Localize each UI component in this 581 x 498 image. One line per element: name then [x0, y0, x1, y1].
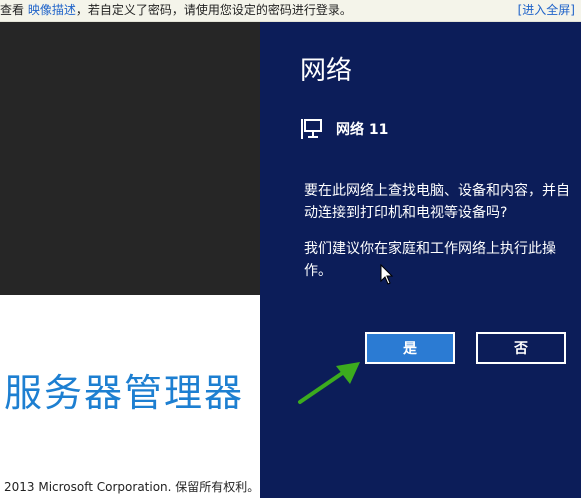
discovery-question: 要在此网络上查找电脑、设备和内容，并自动连接到打印机和电视等设备吗?: [304, 183, 570, 221]
copyright-text: 2013 Microsoft Corporation. 保留所有权利。: [4, 480, 260, 494]
yes-button[interactable]: 是: [365, 332, 455, 364]
instruction-message: ，若自定义了密码，请使用您设定的密码进行登录。: [75, 3, 352, 17]
recommendation-text: 我们建议你在家庭和工作网络上执行此操作。: [304, 241, 556, 279]
green-arrow-icon: [298, 362, 360, 404]
monitor-network-icon: [301, 119, 322, 139]
network-row: 网络 11: [300, 118, 388, 140]
instruction-bar: 查看 映像描述，若自定义了密码，请使用您设定的密码进行登录。 [进入全屏]: [0, 0, 581, 22]
network-charm-panel: 网络 网络 11 要在此网络上查找电脑、设备和内容，并自动连接到打印机和电视等设…: [260, 22, 581, 498]
instruction-prefix: 查看: [0, 3, 25, 17]
instruction-text: 查看 映像描述，若自定义了密码，请使用您设定的密码进行登录。: [0, 0, 352, 21]
network-name: 网络 11: [336, 122, 389, 138]
no-button[interactable]: 否: [476, 332, 566, 364]
panel-title: 网络: [300, 56, 353, 86]
screenshot-root: 查看 映像描述，若自定义了密码，请使用您设定的密码进行登录。 [进入全屏] 服务…: [0, 0, 581, 498]
enter-fullscreen-link[interactable]: [进入全屏]: [518, 0, 575, 21]
server-manager-title: 服务器管理器: [4, 371, 245, 415]
mouse-cursor-icon: [380, 264, 394, 285]
image-description-link[interactable]: 映像描述: [28, 3, 76, 17]
background-dark-area: [0, 22, 260, 295]
